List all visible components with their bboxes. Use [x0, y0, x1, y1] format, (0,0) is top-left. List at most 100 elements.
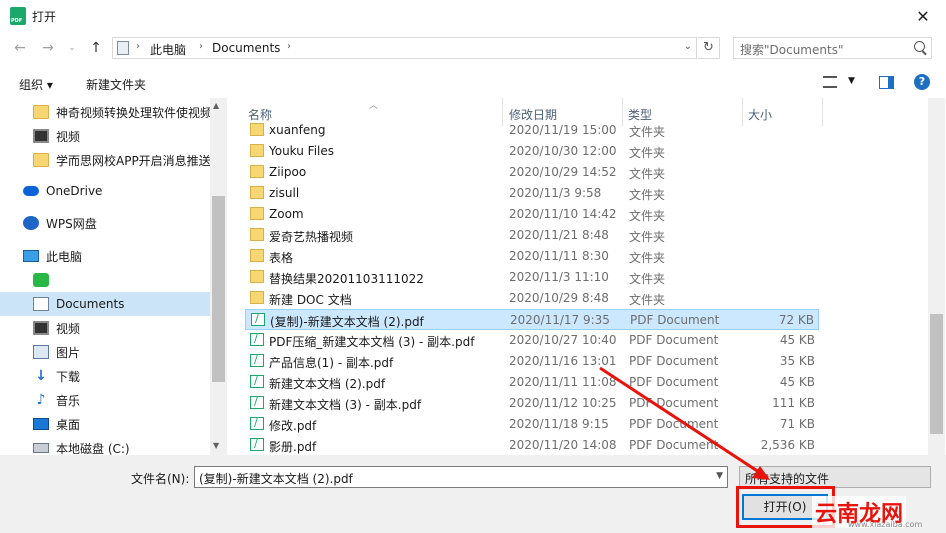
file-row[interactable]: (复制)-新建文本文档 (2).pdf 2020/11/17 9:35 PDF Do…	[245, 309, 819, 330]
column-divider[interactable]	[822, 98, 823, 126]
documents-location-icon	[117, 41, 129, 55]
file-size: 111 KB	[772, 396, 815, 410]
file-name: 爱奇艺热播视频	[269, 230, 354, 244]
sidebar-item-documents[interactable]: Documents	[0, 292, 210, 316]
file-date: 2020/11/20 14:08	[509, 438, 617, 452]
file-row[interactable]: 爱奇艺热播视频 2020/11/21 8:48 文件夹	[245, 225, 819, 246]
sidebar-item-videos[interactable]: 视频	[0, 316, 210, 340]
filename-chevron-down-icon[interactable]: ▼	[716, 471, 723, 481]
file-name: 替换结果20201103111022	[269, 272, 424, 286]
document-icon	[33, 297, 49, 311]
file-row[interactable]: 表格 2020/11/11 8:30 文件夹	[245, 246, 819, 267]
file-date: 2020/11/12 10:25	[509, 396, 617, 410]
sidebar-item[interactable]: 视频	[0, 124, 210, 148]
address-bar[interactable]: › 此电脑 › Documents › ⌄	[112, 37, 697, 59]
file-type: PDF Document	[629, 333, 719, 347]
file-row[interactable]: 新建文本文档 (2).pdf 2020/11/11 11:08 PDF Docume…	[245, 372, 819, 393]
file-type-value: 所有支持的文件	[745, 472, 830, 486]
file-type-select[interactable]: 所有支持的文件	[739, 466, 931, 488]
sidebar-item-drive-c[interactable]: 本地磁盘 (C:)	[0, 436, 210, 455]
file-row[interactable]: 修改.pdf 2020/11/18 9:15 PDF Document 71 KB	[245, 414, 819, 435]
green-app-icon	[33, 273, 49, 287]
filename-label: 文件名(N):	[131, 472, 190, 486]
file-name: Ziipoo	[269, 165, 307, 179]
search-icon[interactable]	[914, 41, 925, 52]
help-icon[interactable]: ?	[914, 74, 930, 90]
file-type: 文件夹	[629, 125, 666, 139]
desktop-icon	[33, 418, 49, 430]
folder-icon	[250, 249, 264, 262]
file-list-scroll-thumb[interactable]	[930, 314, 943, 434]
file-row[interactable]: xuanfeng 2020/11/19 15:00 文件夹	[245, 120, 819, 141]
file-row[interactable]: 新建 DOC 文档 2020/10/29 8:48 文件夹	[245, 288, 819, 309]
video-icon	[33, 321, 49, 335]
file-type: PDF Document	[629, 375, 719, 389]
breadcrumb-documents[interactable]: Documents	[212, 41, 280, 55]
file-date: 2020/11/3 9:58	[509, 186, 602, 200]
back-arrow-icon[interactable]: ←	[10, 38, 30, 58]
refresh-icon[interactable]: ↻	[698, 37, 720, 59]
new-folder-button[interactable]: 新建文件夹	[86, 76, 146, 93]
sidebar-scroll-thumb[interactable]	[212, 196, 225, 382]
file-size: 45 KB	[779, 375, 815, 389]
drive-icon	[33, 443, 49, 453]
sidebar-item-wps[interactable]: WPS网盘	[0, 211, 210, 235]
forward-arrow-icon[interactable]: →	[38, 38, 58, 58]
pdf-file-icon	[250, 374, 264, 388]
file-size: 45 KB	[779, 333, 815, 347]
file-row[interactable]: Youku Files 2020/10/30 12:00 文件夹	[245, 141, 819, 162]
cloud-icon	[23, 186, 39, 196]
file-row[interactable]: Ziipoo 2020/10/29 14:52 文件夹	[245, 162, 819, 183]
preview-pane-icon[interactable]	[879, 76, 894, 89]
sidebar-item[interactable]: 神奇视频转换处理软件使视频	[0, 100, 210, 124]
file-type: 文件夹	[629, 251, 666, 265]
file-date: 2020/11/11 11:08	[509, 375, 617, 389]
close-icon[interactable]: ✕	[900, 0, 946, 32]
file-date: 2020/10/29 8:48	[509, 291, 609, 305]
file-row[interactable]: PDF压缩_新建文本文档 (3) - 副本.pdf 2020/10/27 10:4…	[245, 330, 819, 351]
up-arrow-icon[interactable]: ↑	[86, 38, 106, 58]
file-name: PDF压缩_新建文本文档 (3) - 副本.pdf	[269, 335, 475, 349]
view-chevron-down-icon[interactable]: ▼	[848, 76, 855, 86]
pdf-file-icon	[250, 416, 264, 430]
file-row[interactable]: 新建文本文档 (3) - 副本.pdf 2020/11/12 10:25 PDF D…	[245, 393, 819, 414]
folder-icon	[250, 228, 264, 241]
sidebar-item[interactable]	[0, 268, 210, 292]
file-row[interactable]: 影册.pdf 2020/11/20 14:08 PDF Document 2,536 …	[245, 435, 819, 455]
file-list: ︿ 名称 修改日期 类型 大小 xuanfeng 2020/11/19 15:00…	[232, 98, 928, 455]
sidebar-item-this-pc[interactable]: 此电脑	[0, 244, 210, 268]
file-row[interactable]: 产品信息(1) - 副本.pdf 2020/11/16 13:01 PDF Docu…	[245, 351, 819, 372]
pdf-app-icon	[10, 7, 26, 25]
scroll-up-icon[interactable]: ▲	[213, 101, 219, 110]
folder-icon	[250, 207, 264, 220]
search-input[interactable]: 搜索"Documents"	[733, 37, 932, 59]
wps-icon	[23, 216, 39, 230]
view-options-icon[interactable]	[823, 76, 837, 88]
file-date: 2020/11/17 9:35	[510, 313, 610, 327]
sidebar-item-music[interactable]: ♪ 音乐	[0, 388, 210, 412]
filename-input[interactable]: (复制)-新建文本文档 (2).pdf ▼	[194, 466, 728, 488]
sidebar-item-downloads[interactable]: ↓ 下载	[0, 364, 210, 388]
breadcrumb-this-pc[interactable]: 此电脑	[150, 41, 186, 58]
file-row[interactable]: zisull 2020/11/3 9:58 文件夹	[245, 183, 819, 204]
sidebar-item[interactable]: 学而思网校APP开启消息推送	[0, 148, 210, 172]
file-date: 2020/11/11 8:30	[509, 249, 609, 263]
file-name: Youku Files	[269, 144, 335, 158]
address-chevron-down-icon[interactable]: ⌄	[684, 41, 692, 52]
sidebar-item-desktop[interactable]: 桌面	[0, 412, 210, 436]
file-type: 文件夹	[629, 230, 666, 244]
sidebar-item-onedrive[interactable]: OneDrive	[0, 179, 210, 203]
sidebar-item-pictures[interactable]: 图片	[0, 340, 210, 364]
file-date: 2020/11/16 13:01	[509, 354, 617, 368]
file-row[interactable]: Zoom 2020/11/10 14:42 文件夹	[245, 204, 819, 225]
pdf-file-icon	[250, 395, 264, 409]
file-size: 2,536 KB	[760, 438, 815, 452]
file-name: zisull	[269, 186, 300, 200]
search-placeholder: 搜索"Documents"	[740, 43, 844, 57]
organize-button[interactable]: 组织 ▾	[19, 76, 53, 93]
navigation-pane: 神奇视频转换处理软件使视频 视频 学而思网校APP开启消息推送 OneDrive…	[0, 98, 228, 455]
file-row[interactable]: 替换结果20201103111022 2020/11/3 11:10 文件夹	[245, 267, 819, 288]
recent-chevron-down-icon[interactable]: ⌄	[62, 38, 82, 58]
folder-icon	[250, 270, 264, 283]
scroll-down-icon[interactable]: ▼	[213, 441, 219, 450]
